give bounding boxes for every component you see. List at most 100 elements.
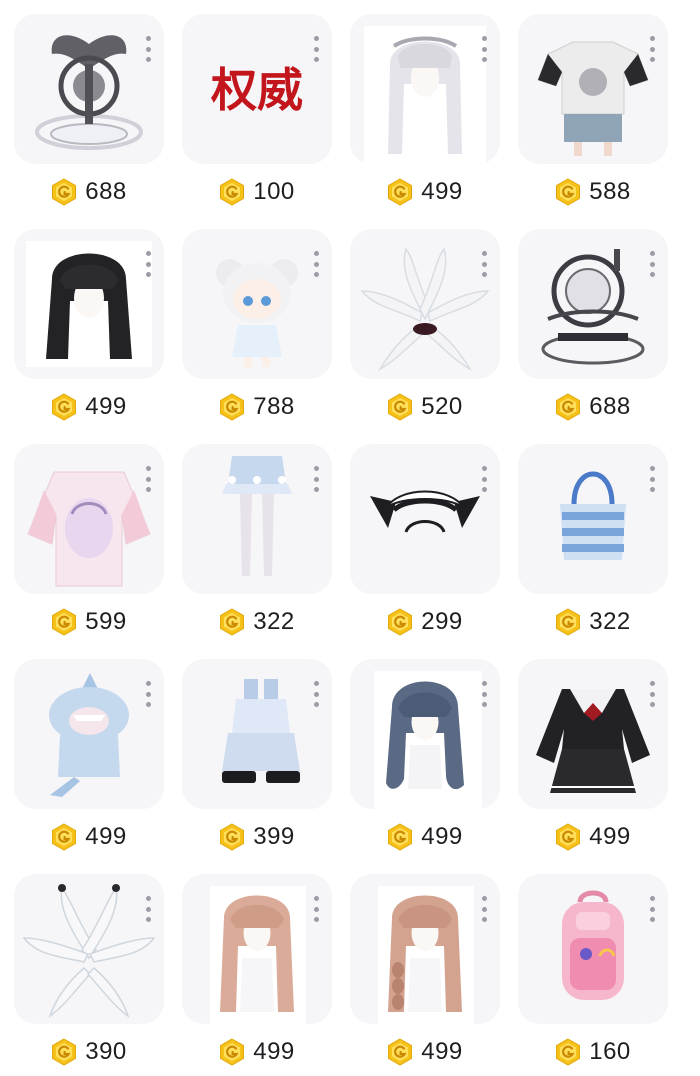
item-card-pink-backpack[interactable]: 160: [518, 874, 668, 1076]
price-value: 499: [421, 1038, 463, 1065]
item-card-ruffle-shorts-tights[interactable]: 322: [182, 444, 332, 659]
more-options-button[interactable]: [312, 36, 320, 62]
g-coin-icon: [555, 608, 581, 636]
tshirt-icon: [537, 41, 649, 156]
item-card-blue-grey-wavy-hair[interactable]: 499: [350, 659, 500, 874]
more-options-button[interactable]: [144, 466, 152, 492]
item-card-winged-emblem-effect[interactable]: 688: [14, 14, 164, 229]
price-row: 499: [350, 1036, 500, 1068]
item-thumbnail: [182, 444, 332, 594]
item-thumbnail: [14, 444, 164, 594]
tentacle-wings-icon: [22, 884, 156, 1018]
item-card-white-tentacles[interactable]: 520: [350, 229, 500, 444]
cat-ear-headband-icon: [370, 490, 480, 533]
more-options-button[interactable]: [480, 896, 488, 922]
item-thumbnail: [350, 229, 500, 379]
item-thumbnail: [182, 874, 332, 1024]
price-row: 688: [518, 391, 668, 423]
more-options-button[interactable]: [648, 896, 656, 922]
item-thumbnail: [182, 229, 332, 379]
price-row: 788: [182, 391, 332, 423]
price-row: 322: [518, 606, 668, 638]
price-row: 588: [518, 176, 668, 208]
item-card-peach-long-hair[interactable]: 499: [182, 874, 332, 1076]
more-options-button[interactable]: [480, 36, 488, 62]
g-coin-icon: [555, 393, 581, 421]
more-options-button[interactable]: [312, 466, 320, 492]
more-options-button[interactable]: [480, 681, 488, 707]
g-coin-icon: [219, 393, 245, 421]
more-options-button[interactable]: [144, 896, 152, 922]
price-row: 322: [182, 606, 332, 638]
item-thumbnail: [518, 874, 668, 1024]
sailor-dress-icon: [536, 689, 650, 793]
g-coin-icon: [555, 823, 581, 851]
item-card-blue-boots-socks[interactable]: 399: [182, 659, 332, 874]
price-value: 322: [253, 608, 295, 635]
price-row: 499: [14, 821, 164, 853]
price-value: 499: [421, 178, 463, 205]
price-value: 100: [253, 178, 295, 205]
orb-effect-icon: [541, 249, 645, 365]
item-thumbnail: [350, 874, 500, 1024]
item-card-white-tentacle-wings[interactable]: 390: [14, 874, 164, 1076]
item-card-silver-twin-tail-hair[interactable]: 499: [350, 14, 500, 229]
g-coin-icon: [387, 823, 413, 851]
price-row: 390: [14, 1036, 164, 1068]
more-options-button[interactable]: [144, 36, 152, 62]
price-row: 160: [518, 1036, 668, 1068]
more-options-button[interactable]: [648, 681, 656, 707]
price-row: 399: [182, 821, 332, 853]
item-card-black-sailor-dress[interactable]: 499: [518, 659, 668, 874]
item-card-black-long-hair[interactable]: 499: [14, 229, 164, 444]
more-options-button[interactable]: [480, 251, 488, 277]
more-options-button[interactable]: [312, 681, 320, 707]
more-options-button[interactable]: [144, 251, 152, 277]
g-coin-icon: [387, 608, 413, 636]
price-value: 499: [85, 393, 127, 420]
item-thumbnail: 权威: [182, 14, 332, 164]
item-card-chibi-doll-companion[interactable]: 788: [182, 229, 332, 444]
g-coin-icon: [219, 178, 245, 206]
price-value: 499: [253, 1038, 295, 1065]
tentacles-icon: [360, 247, 490, 371]
item-card-pink-anime-sweater[interactable]: 599: [14, 444, 164, 659]
price-row: 520: [350, 391, 500, 423]
price-value: 499: [421, 823, 463, 850]
peach-hair-icon: [210, 886, 306, 1024]
g-coin-icon: [51, 1038, 77, 1066]
price-value: 390: [85, 1038, 127, 1065]
twin-tail-hair-icon: [364, 26, 486, 164]
item-card-authority-title-text[interactable]: 权威 100: [182, 14, 332, 229]
item-card-cat-ear-maid-headband[interactable]: 299: [350, 444, 500, 659]
price-value: 499: [85, 823, 127, 850]
item-thumbnail: [350, 444, 500, 594]
item-card-striped-tote-bag[interactable]: 322: [518, 444, 668, 659]
more-options-button[interactable]: [312, 251, 320, 277]
item-card-shark-hoodie-onesie[interactable]: 499: [14, 659, 164, 874]
price-row: 499: [14, 391, 164, 423]
g-coin-icon: [51, 823, 77, 851]
price-row: 499: [518, 821, 668, 853]
g-coin-icon: [387, 393, 413, 421]
item-card-graphic-tee-skirt-outfit[interactable]: 588: [518, 14, 668, 229]
g-coin-icon: [51, 608, 77, 636]
more-options-button[interactable]: [648, 466, 656, 492]
more-options-button[interactable]: [480, 466, 488, 492]
price-value: 322: [589, 608, 631, 635]
item-thumbnail: [518, 14, 668, 164]
more-options-button[interactable]: [312, 896, 320, 922]
price-value: 688: [589, 393, 631, 420]
more-options-button[interactable]: [144, 681, 152, 707]
more-options-button[interactable]: [648, 251, 656, 277]
price-value: 599: [85, 608, 127, 635]
more-options-button[interactable]: [648, 36, 656, 62]
item-thumbnail: [350, 659, 500, 809]
g-coin-icon: [219, 823, 245, 851]
item-thumbnail: [518, 229, 668, 379]
price-row: 100: [182, 176, 332, 208]
sweater-icon: [27, 471, 151, 587]
g-coin-icon: [555, 178, 581, 206]
item-card-peach-braided-hair[interactable]: 499: [350, 874, 500, 1076]
item-card-orb-globe-effect[interactable]: 688: [518, 229, 668, 444]
